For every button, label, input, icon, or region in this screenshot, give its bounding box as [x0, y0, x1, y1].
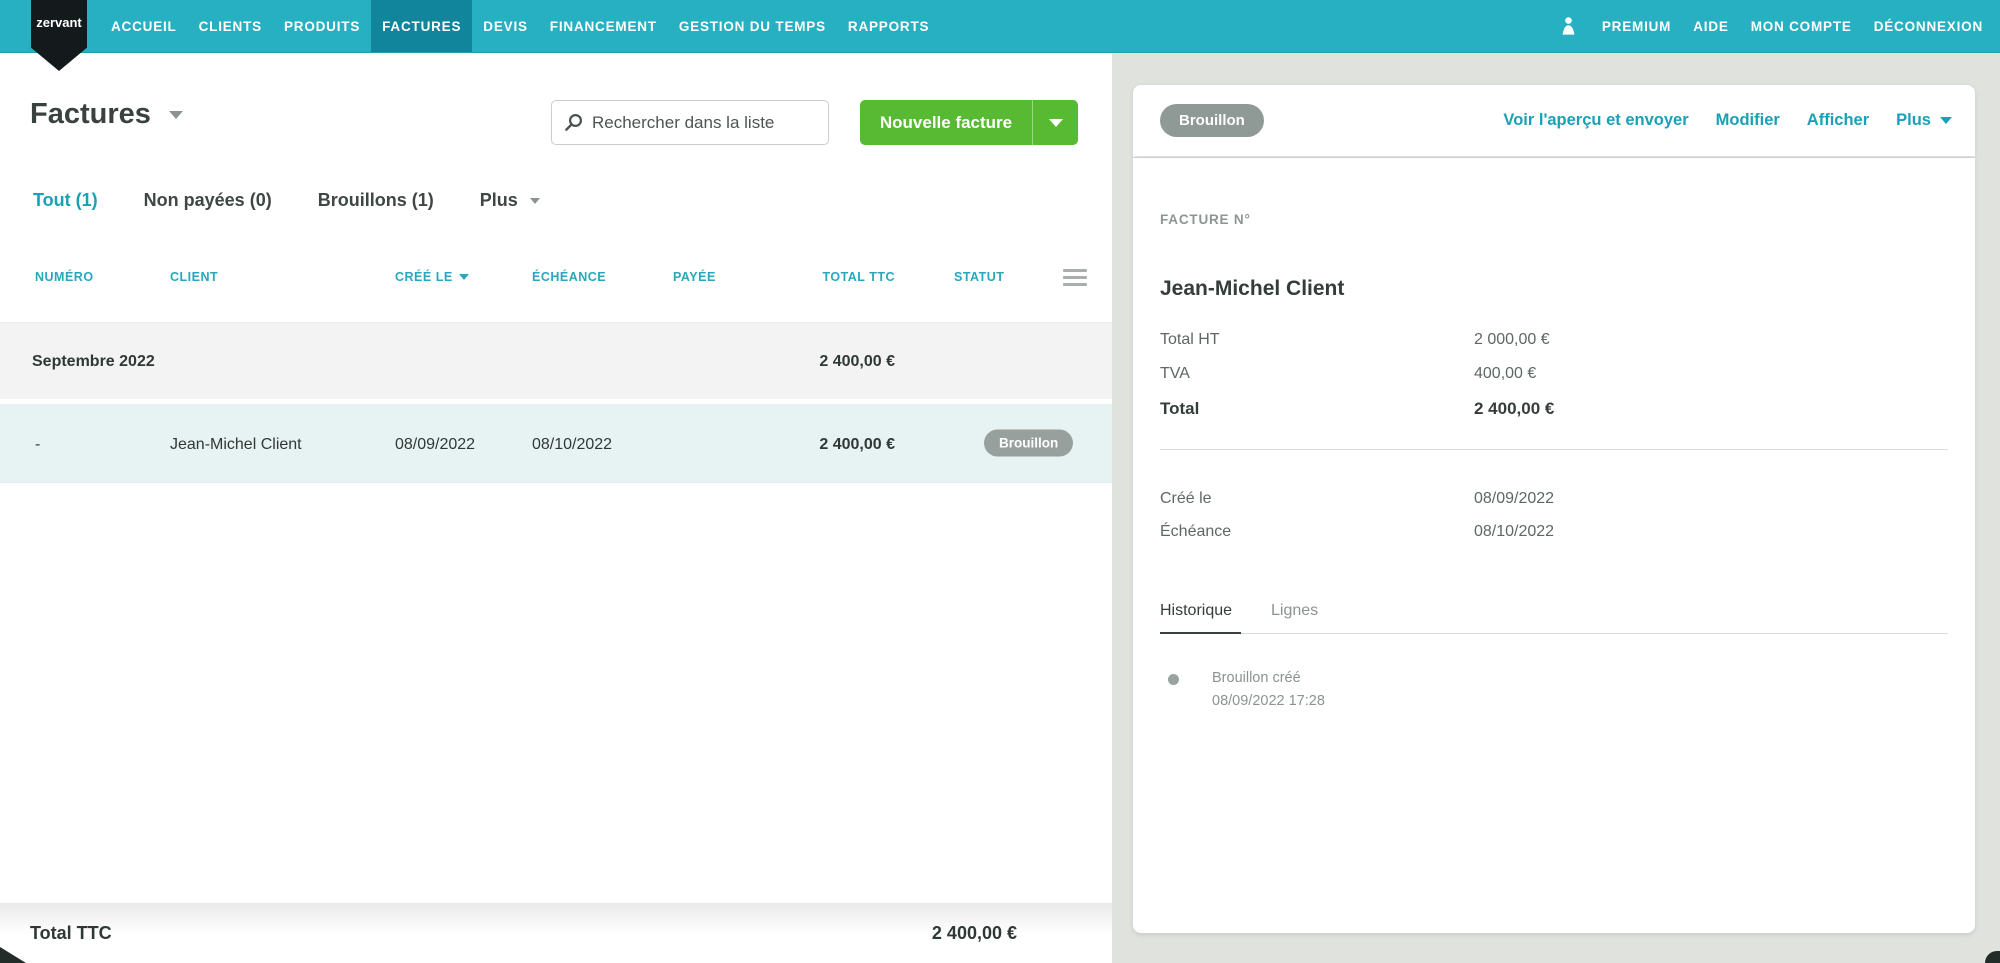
- detail-tabs: Historique Lignes: [1160, 602, 1318, 632]
- title-dropdown-caret-icon[interactable]: [169, 111, 183, 119]
- tab-historique[interactable]: Historique: [1160, 602, 1232, 632]
- history-entry: Brouillon créé 08/09/2022 17:28: [1212, 667, 1325, 713]
- tabs-active-underline: [1160, 632, 1241, 634]
- main-nav: ACCUEIL CLIENTS PRODUITS FACTURES DEVIS …: [100, 0, 940, 52]
- tva-value: 400,00 €: [1474, 365, 1536, 383]
- group-label: Septembre 2022: [32, 323, 155, 400]
- history-entry-title: Brouillon créé: [1212, 667, 1325, 690]
- invoice-row-selected[interactable]: - Jean-Michel Client 08/09/2022 08/10/20…: [0, 402, 1112, 483]
- created-date-value: 08/09/2022: [1474, 490, 1554, 508]
- search-input[interactable]: [592, 113, 816, 133]
- invoice-table-header: NUMÉRO CLIENT CRÉÉ LE ÉCHÉANCE PAYÉE TOT…: [0, 255, 1112, 300]
- filter-tabs: Tout (1) Non payées (0) Brouillons (1) P…: [33, 190, 540, 211]
- nav-item-premium[interactable]: PREMIUM: [1591, 0, 1682, 52]
- invoice-number-label: FACTURE N°: [1160, 212, 1251, 227]
- invoice-list-panel: Factures Nouvelle facture Tout (1) Non p…: [0, 53, 1112, 963]
- column-header-client[interactable]: CLIENT: [170, 255, 218, 300]
- tab-tout[interactable]: Tout (1): [33, 190, 98, 211]
- invoice-detail-header: Brouillon Voir l'aperçu et envoyer Modif…: [1133, 85, 1975, 157]
- user-icon[interactable]: [1546, 0, 1591, 52]
- tab-brouillons[interactable]: Brouillons (1): [318, 190, 434, 211]
- total-value: 2 400,00 €: [1474, 399, 1554, 419]
- footer-total-label: Total TTC: [30, 903, 112, 963]
- top-nav: zervant ACCUEIL CLIENTS PRODUITS FACTURE…: [0, 0, 2000, 53]
- column-header-statut[interactable]: STATUT: [954, 255, 1004, 300]
- cell-cree-le: 08/09/2022: [395, 404, 475, 485]
- due-date-label: Échéance: [1160, 523, 1231, 541]
- footer-total-value: 2 400,00 €: [932, 903, 1017, 963]
- nav-item-clients[interactable]: CLIENTS: [188, 0, 273, 52]
- modify-link[interactable]: Modifier: [1716, 111, 1780, 130]
- tabs-underline: [1160, 633, 1948, 634]
- tva-label: TVA: [1160, 365, 1190, 383]
- chevron-down-icon: [1940, 117, 1952, 124]
- display-link[interactable]: Afficher: [1807, 111, 1869, 130]
- total-ht-label: Total HT: [1160, 331, 1220, 349]
- column-header-numero[interactable]: NUMÉRO: [35, 255, 94, 300]
- column-settings-icon[interactable]: [1063, 269, 1087, 290]
- list-footer: Total TTC 2 400,00 €: [0, 903, 1112, 963]
- timeline-dot-icon: [1168, 674, 1179, 685]
- cell-numero: -: [35, 404, 40, 485]
- cell-total: 2 400,00 €: [819, 404, 895, 485]
- total-label: Total: [1160, 399, 1199, 419]
- preview-send-link[interactable]: Voir l'aperçu et envoyer: [1503, 111, 1688, 130]
- status-badge: Brouillon: [984, 430, 1073, 457]
- detail-actions: Voir l'aperçu et envoyer Modifier Affich…: [1503, 111, 1952, 130]
- client-name: Jean-Michel Client: [1160, 277, 1344, 301]
- search-box: [551, 100, 829, 145]
- plus-dropdown[interactable]: Plus: [1896, 111, 1952, 130]
- nav-item-aide[interactable]: AIDE: [1682, 0, 1739, 52]
- nav-item-factures[interactable]: FACTURES: [371, 0, 472, 52]
- nav-item-devis[interactable]: DEVIS: [472, 0, 539, 52]
- nav-item-deconnexion[interactable]: DÉCONNEXION: [1863, 0, 1994, 52]
- tab-plus[interactable]: Plus: [480, 190, 540, 211]
- cell-client: Jean-Michel Client: [170, 404, 302, 485]
- group-row-septembre-2022[interactable]: Septembre 2022 2 400,00 €: [0, 322, 1112, 399]
- nav-item-produits[interactable]: PRODUITS: [273, 0, 371, 52]
- group-total: 2 400,00 €: [819, 323, 895, 400]
- total-ht-value: 2 000,00 €: [1474, 331, 1550, 349]
- column-header-cree-le[interactable]: CRÉÉ LE: [395, 255, 469, 300]
- nav-item-mon-compte[interactable]: MON COMPTE: [1740, 0, 1863, 52]
- new-invoice-dropdown-button[interactable]: [1033, 100, 1078, 145]
- column-header-echeance[interactable]: ÉCHÉANCE: [532, 255, 606, 300]
- nav-item-gestion-du-temps[interactable]: GESTION DU TEMPS: [668, 0, 837, 52]
- chat-widget-fragment-right: [1985, 951, 2000, 963]
- invoice-detail-body: FACTURE N° Jean-Michel Client Total HT 2…: [1133, 158, 1975, 933]
- tab-lignes[interactable]: Lignes: [1271, 602, 1318, 632]
- new-invoice-split-button: Nouvelle facture: [860, 100, 1078, 145]
- status-badge: Brouillon: [1160, 104, 1264, 137]
- tab-non-payees[interactable]: Non payées (0): [144, 190, 272, 211]
- chevron-down-icon: [530, 198, 540, 204]
- nav-item-financement[interactable]: FINANCEMENT: [539, 0, 668, 52]
- nav-right: PREMIUM AIDE MON COMPTE DÉCONNEXION: [1546, 0, 1994, 52]
- sort-desc-icon: [459, 274, 469, 280]
- nav-item-accueil[interactable]: ACCUEIL: [100, 0, 188, 52]
- nav-item-rapports[interactable]: RAPPORTS: [837, 0, 940, 52]
- chevron-down-icon: [1049, 119, 1063, 127]
- new-invoice-button[interactable]: Nouvelle facture: [860, 100, 1033, 145]
- cell-echeance: 08/10/2022: [532, 404, 612, 485]
- section-divider: [1160, 449, 1948, 450]
- page-title-text: Factures: [30, 98, 151, 131]
- column-header-total-ttc[interactable]: TOTAL TTC: [822, 255, 895, 300]
- due-date-value: 08/10/2022: [1474, 523, 1554, 541]
- created-date-label: Créé le: [1160, 490, 1212, 508]
- page-title: Factures: [30, 98, 183, 131]
- history-entry-timestamp: 08/09/2022 17:28: [1212, 690, 1325, 713]
- search-icon: [564, 113, 583, 132]
- column-header-payee[interactable]: PAYÉE: [673, 255, 716, 300]
